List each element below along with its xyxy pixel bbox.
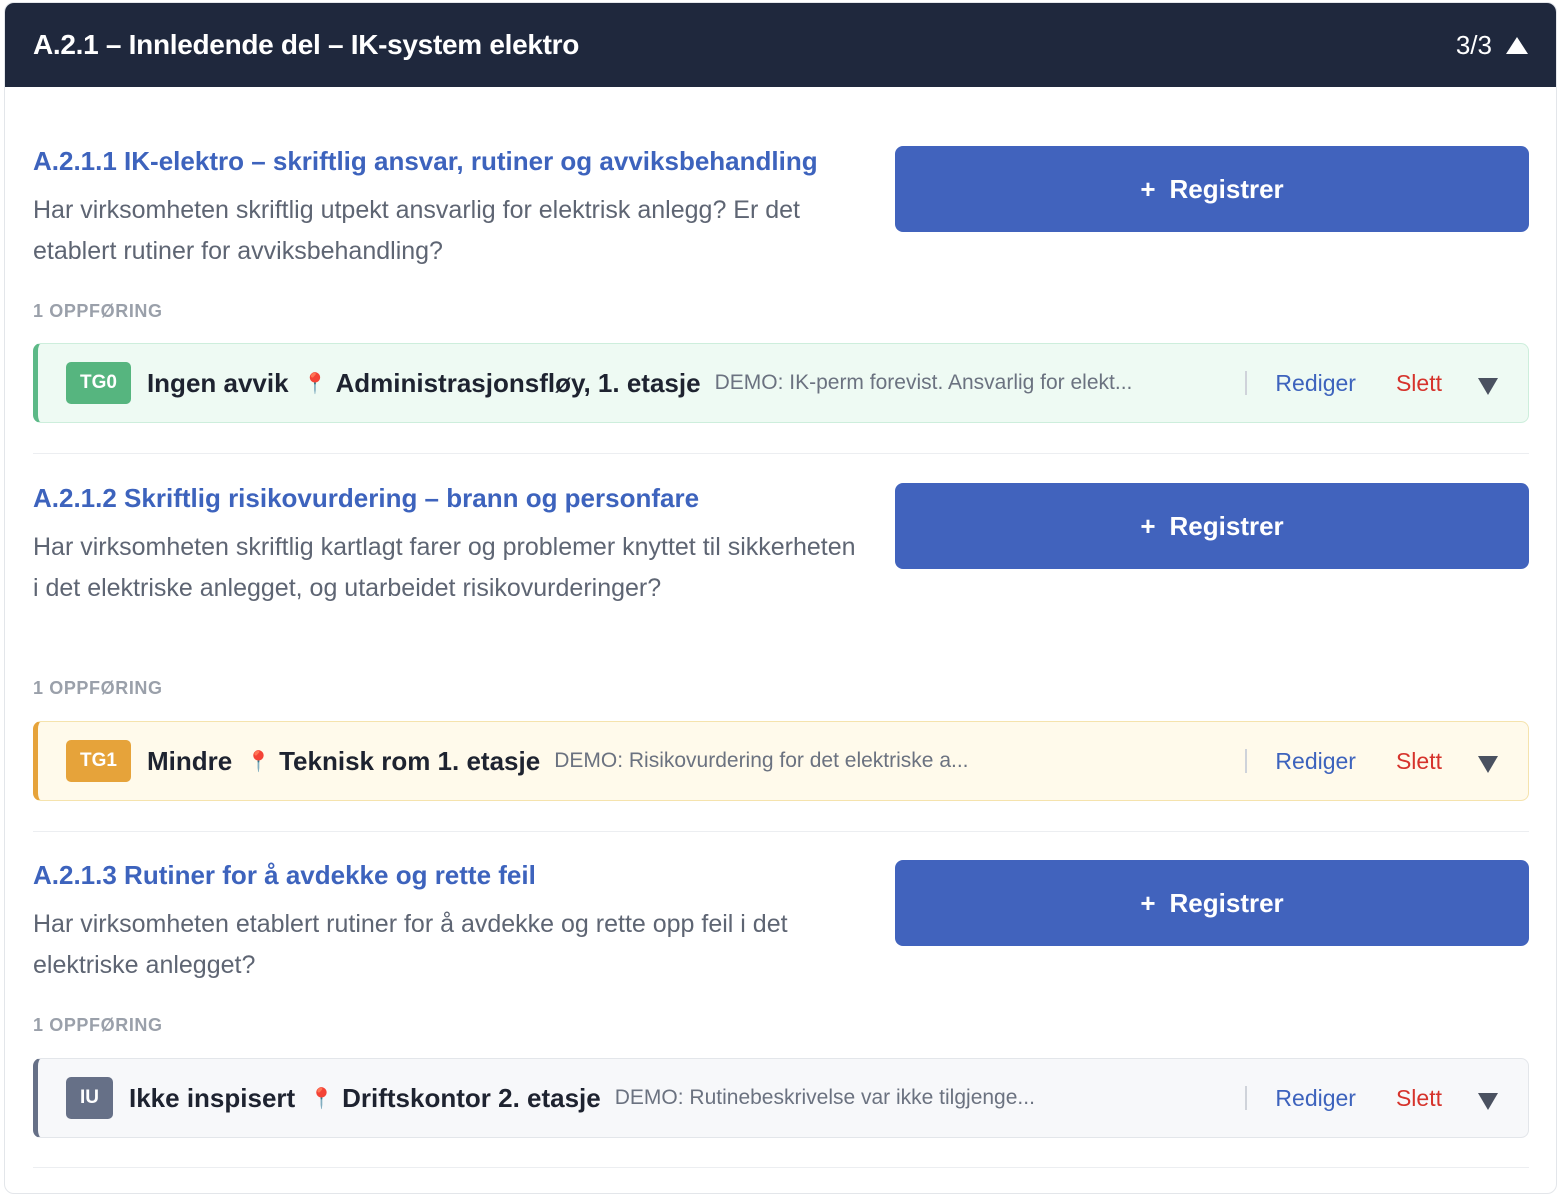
entry-row[interactable]: IU Ikke inspisert 📍 Driftskontor 2. etas… [33,1058,1529,1138]
location-pin-icon: 📍 [302,372,328,395]
entry-count-label: 1 OPPFØRING [33,301,163,321]
panel-meta: 3/3 [1456,30,1528,61]
entry-location: Driftskontor 2. etasje [342,1082,601,1113]
question-text: Har virksomheten skriftlig kartlagt fare… [33,533,856,602]
location-pin-icon: 📍 [246,750,272,773]
location-pin-icon: 📍 [309,1087,335,1110]
question-section: A.2.1.1 IK-elektro – skriftlig ansvar, r… [33,146,1529,446]
question-text: Har virksomheten skriftlig utpekt ansvar… [33,196,800,265]
section-divider [33,831,1529,832]
status-badge: IU [66,1077,113,1119]
entry-actions: Rediger Slett [1245,722,1498,800]
entry-location: Teknisk rom 1. etasje [279,745,541,776]
register-label: Registrer [1169,510,1284,541]
edit-link[interactable]: Rediger [1275,1085,1356,1112]
entry-status: Ikke inspisert [129,1082,296,1113]
divider [1245,371,1248,395]
delete-link[interactable]: Slett [1396,1085,1442,1112]
delete-link[interactable]: Slett [1396,370,1442,397]
register-label: Registrer [1169,173,1284,204]
plus-icon: + [1140,173,1156,204]
entry-note: DEMO: Risikovurdering for det elektriske… [554,749,969,772]
register-label: Registrer [1169,887,1284,918]
entry-actions: Rediger Slett [1245,1059,1498,1137]
question-title: A.2.1.1 IK-elektro – skriftlig ansvar, r… [33,146,818,176]
panel-title: A.2.1 – Innledende del – IK-system elekt… [33,29,580,60]
checklist-panel: A.2.1 – Innledende del – IK-system elekt… [4,2,1557,1194]
register-button[interactable]: + Registrer [895,860,1529,946]
divider [1245,749,1248,773]
entry-note: DEMO: IK-perm forevist. Ansvarlig for el… [714,371,1133,394]
divider [1245,1086,1248,1110]
plus-icon: + [1140,887,1156,918]
chevron-down-icon[interactable] [1478,1092,1498,1110]
entry-status: Mindre [146,745,233,776]
plus-icon: + [1140,510,1156,541]
question-text: Har virksomheten etablert rutiner for å … [33,910,788,979]
entry-actions: Rediger Slett [1245,344,1498,422]
status-badge: TG0 [66,362,131,404]
entry-location: Administrasjonsfløy, 1. etasje [335,367,701,398]
edit-link[interactable]: Rediger [1275,370,1356,397]
question-title: A.2.1.2 Skriftlig risikovurdering – bran… [33,483,700,513]
entry-row[interactable]: TG1 Mindre 📍 Teknisk rom 1. etasje DEMO:… [33,721,1529,801]
section-divider [33,1167,1529,1168]
panel-header[interactable]: A.2.1 – Innledende del – IK-system elekt… [5,3,1556,87]
entry-status: Ingen avvik [146,367,289,398]
section-divider [33,453,1529,454]
entry-row[interactable]: TG0 Ingen avvik 📍 Administrasjonsfløy, 1… [33,343,1529,423]
register-button[interactable]: + Registrer [895,146,1529,232]
status-badge: TG1 [66,740,131,782]
question-title: A.2.1.3 Rutiner for å avdekke og rette f… [33,860,536,890]
progress-count: 3/3 [1455,29,1492,60]
entry-count-label: 1 OPPFØRING [33,678,163,698]
entry-count-label: 1 OPPFØRING [33,1015,163,1035]
question-section: A.2.1.2 Skriftlig risikovurdering – bran… [33,483,1529,803]
question-section: A.2.1.3 Rutiner for å avdekke og rette f… [33,860,1529,1160]
chevron-down-icon[interactable] [1478,755,1498,773]
register-button[interactable]: + Registrer [895,483,1529,569]
edit-link[interactable]: Rediger [1275,748,1356,775]
chevron-down-icon[interactable] [1478,377,1498,395]
entry-note: DEMO: Rutinebeskrivelse var ikke tilgjen… [614,1086,1035,1109]
delete-link[interactable]: Slett [1396,748,1442,775]
caret-up-icon[interactable] [1506,36,1528,54]
